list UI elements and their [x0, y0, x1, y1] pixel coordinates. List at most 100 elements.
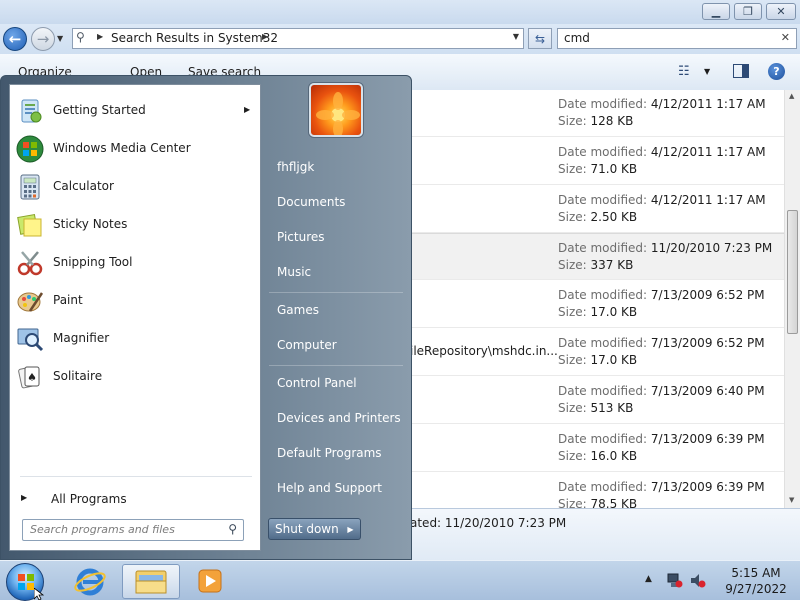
start-item-label: Control Panel: [277, 376, 357, 390]
shutdown-button[interactable]: Shut down: [268, 518, 342, 540]
taskbar-internet-explorer[interactable]: [62, 564, 118, 599]
minimize-button[interactable]: ▁: [702, 3, 730, 20]
start-item-label: Help and Support: [277, 481, 382, 495]
program-windows-media-center[interactable]: Windows Media Center: [12, 131, 258, 167]
size-label: Size:: [558, 353, 587, 367]
program-label: Solitaire: [53, 369, 103, 383]
start-item-user[interactable]: fhfljgk: [269, 152, 403, 184]
size-value: 513 KB: [590, 401, 634, 415]
date-modified-label: Date modified:: [558, 288, 648, 302]
date-modified-value: 7/13/2009 6:39 PM: [650, 480, 765, 494]
window-titlebar: ▁ ❐ ✕: [0, 0, 800, 24]
size-value: 2.50 KB: [590, 210, 638, 224]
program-label: Paint: [53, 293, 83, 307]
breadcrumb-arrow-icon[interactable]: ▶: [97, 32, 103, 41]
search-input[interactable]: cmd ✕: [557, 28, 797, 49]
date-modified-label: Date modified:: [558, 193, 648, 207]
size-label: Size:: [558, 162, 587, 176]
network-icon[interactable]: [667, 573, 683, 588]
refresh-button[interactable]: ⇆: [528, 28, 552, 49]
system-clock[interactable]: 5:15 AM 9/27/2022: [716, 565, 796, 597]
date-modified-value: 4/12/2011 1:17 AM: [650, 97, 766, 111]
arrow-right-icon: ▶: [21, 493, 28, 502]
program-getting-started[interactable]: Getting Started ▶: [12, 93, 258, 129]
size-label: Size:: [558, 401, 587, 415]
date-modified-value: 4/12/2011 1:17 AM: [650, 193, 766, 207]
folder-icon: [135, 570, 167, 594]
start-item-computer[interactable]: Computer: [269, 330, 403, 362]
size-label: Size:: [558, 497, 587, 508]
taskbar-windows-explorer[interactable]: [122, 564, 180, 599]
date-modified-label: Date modified:: [558, 432, 648, 446]
scroll-down-icon[interactable]: ▼: [789, 496, 794, 504]
clear-search-icon[interactable]: ✕: [781, 31, 790, 44]
internet-explorer-icon: [74, 568, 106, 596]
program-calculator[interactable]: Calculator: [12, 169, 258, 205]
size-label: Size:: [558, 258, 587, 272]
breadcrumb-arrow-icon[interactable]: ▶: [262, 32, 268, 41]
scroll-up-icon[interactable]: ▲: [789, 92, 794, 100]
start-item-games[interactable]: Games: [269, 295, 403, 327]
paint-icon: [17, 292, 44, 312]
date-modified-value: 7/13/2009 6:52 PM: [650, 336, 765, 350]
program-label: Snipping Tool: [53, 255, 133, 269]
start-item-documents[interactable]: Documents: [269, 187, 403, 219]
vertical-scrollbar[interactable]: ▲ ▼: [784, 90, 800, 508]
start-item-label: Default Programs: [277, 446, 382, 460]
size-label: Size:: [558, 305, 587, 319]
start-item-help-and-support[interactable]: Help and Support: [269, 473, 403, 505]
start-search-input[interactable]: Search programs and files ⚲: [22, 519, 244, 541]
program-sticky-notes[interactable]: Sticky Notes: [12, 207, 258, 243]
address-breadcrumb[interactable]: Search Results in System32: [111, 31, 278, 45]
show-hidden-icons-button[interactable]: ▲: [645, 574, 652, 584]
shutdown-label: Shut down: [275, 522, 339, 536]
program-paint[interactable]: Paint: [12, 283, 258, 319]
magnifier-icon: [17, 328, 44, 352]
user-account-picture[interactable]: [309, 83, 363, 137]
media-player-icon: [198, 569, 222, 593]
views-icon[interactable]: ☷: [678, 64, 690, 79]
recent-pages-dropdown[interactable]: ▼: [57, 31, 67, 45]
start-item-pictures[interactable]: Pictures: [269, 222, 403, 254]
program-label: Windows Media Center: [53, 141, 191, 155]
program-magnifier[interactable]: Magnifier: [12, 321, 258, 357]
sticky-notes-icon: [17, 213, 42, 237]
address-bar[interactable]: ⚲ ▶ Search Results in System32 ▶ ▼: [72, 28, 524, 49]
program-snipping-tool[interactable]: Snipping Tool: [12, 245, 258, 281]
taskbar-media-player[interactable]: [182, 564, 238, 599]
shutdown-options-button[interactable]: ▶: [341, 518, 361, 540]
volume-muted-icon[interactable]: [690, 573, 706, 588]
clock-date: 9/27/2022: [725, 582, 787, 596]
size-label: Size:: [558, 449, 587, 463]
start-search-placeholder: Search programs and files: [30, 523, 175, 536]
help-icon[interactable]: ?: [768, 63, 785, 80]
start-item-label: Games: [277, 303, 319, 317]
submenu-arrow-icon[interactable]: ▶: [244, 105, 250, 114]
start-menu-divider: [269, 292, 403, 293]
windows-logo-icon: [18, 574, 34, 590]
all-programs-button[interactable]: ▶ All Programs: [12, 485, 258, 513]
views-dropdown-icon[interactable]: ▼: [704, 67, 710, 76]
size-value: 128 KB: [590, 114, 634, 128]
date-modified-value: 4/12/2011 1:17 AM: [650, 145, 766, 159]
start-item-default-programs[interactable]: Default Programs: [269, 438, 403, 470]
scrollbar-thumb[interactable]: [787, 210, 798, 334]
start-item-label: fhfljgk: [277, 160, 315, 174]
preview-pane-icon[interactable]: [733, 64, 749, 78]
start-item-control-panel[interactable]: Control Panel: [269, 368, 403, 400]
back-button[interactable]: ←: [3, 27, 27, 51]
start-item-label: Devices and Printers: [277, 411, 401, 425]
maximize-button[interactable]: ❐: [734, 3, 762, 20]
program-label: Magnifier: [53, 331, 110, 345]
forward-button[interactable]: →: [31, 27, 55, 51]
program-label: Getting Started: [53, 103, 146, 117]
address-dropdown-icon[interactable]: ▼: [513, 32, 519, 41]
program-solitaire[interactable]: ♠ Solitaire: [12, 359, 258, 395]
date-modified-value: 7/13/2009 6:39 PM: [650, 432, 765, 446]
close-button[interactable]: ✕: [766, 3, 796, 20]
size-value: 78.5 KB: [590, 497, 638, 508]
start-item-music[interactable]: Music: [269, 257, 403, 289]
search-icon[interactable]: ⚲: [228, 522, 237, 536]
start-item-devices-and-printers[interactable]: Devices and Printers: [269, 403, 403, 435]
program-label: Calculator: [53, 179, 114, 193]
